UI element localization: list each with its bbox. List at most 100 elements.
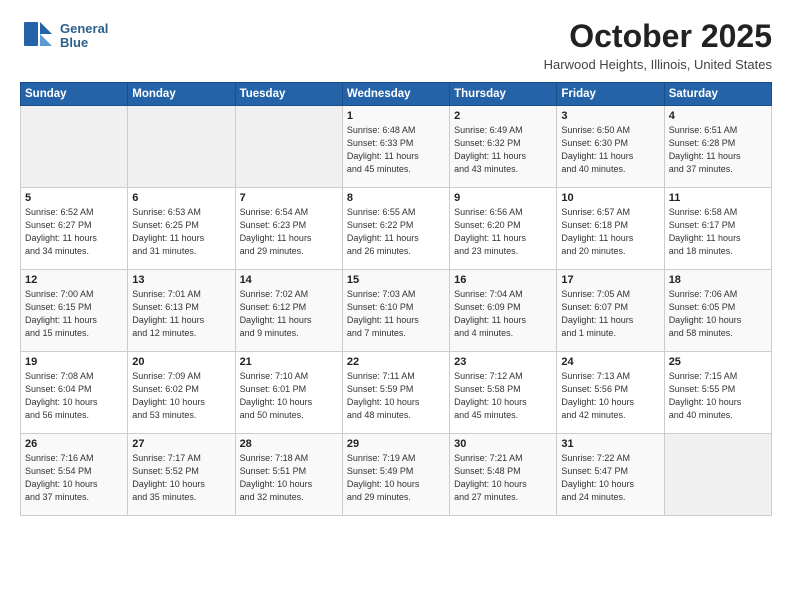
calendar-row: 19 Sunrise: 7:08 AM Sunset: 6:04 PM Dayli… — [21, 352, 772, 434]
logo-text: General Blue — [60, 22, 108, 51]
calendar-cell: 30 Sunrise: 7:21 AM Sunset: 5:48 PM Dayli… — [450, 434, 557, 516]
logo: General Blue — [20, 18, 108, 54]
calendar-cell: 25 Sunrise: 7:15 AM Sunset: 5:55 PM Dayli… — [664, 352, 771, 434]
day-info: Sunrise: 6:56 AM Sunset: 6:20 PM Dayligh… — [454, 206, 552, 258]
day-number: 2 — [454, 110, 552, 122]
header-day: Wednesday — [342, 83, 449, 106]
calendar-cell: 13Sunrise: 7:01 AM Sunset: 6:13 PM Dayli… — [128, 270, 235, 352]
day-number: 23 — [454, 356, 552, 368]
calendar-row: 12 Sunrise: 7:00 AM Sunset: 6:15 PM Dayli… — [21, 270, 772, 352]
calendar-cell: 29 Sunrise: 7:19 AM Sunset: 5:49 PM Dayli… — [342, 434, 449, 516]
day-number: 25 — [669, 356, 767, 368]
title-block: October 2025 Harwood Heights, Illinois, … — [544, 18, 772, 72]
day-info: Sunrise: 7:05 AM Sunset: 6:07 PM Dayligh… — [561, 288, 659, 340]
calendar-cell: 14Sunrise: 7:02 AM Sunset: 6:12 PM Dayli… — [235, 270, 342, 352]
day-info: Sunrise: 6:53 AM Sunset: 6:25 PM Dayligh… — [132, 206, 230, 258]
day-number: 14 — [240, 274, 338, 286]
day-info: Sunrise: 6:48 AM Sunset: 6:33 PM Dayligh… — [347, 124, 445, 176]
calendar-cell: 1 Sunrise: 6:48 AM Sunset: 6:33 PM Daylig… — [342, 106, 449, 188]
day-number: 15 — [347, 274, 445, 286]
calendar-cell: 27 Sunrise: 7:17 AM Sunset: 5:52 PM Dayli… — [128, 434, 235, 516]
day-number: 21 — [240, 356, 338, 368]
day-info: Sunrise: 7:16 AM Sunset: 5:54 PM Dayligh… — [25, 452, 123, 504]
day-info: Sunrise: 7:00 AM Sunset: 6:15 PM Dayligh… — [25, 288, 123, 340]
day-number: 5 — [25, 192, 123, 204]
page: General Blue October 2025 Harwood Height… — [0, 0, 792, 612]
day-number: 10 — [561, 192, 659, 204]
day-number: 11 — [669, 192, 767, 204]
day-info: Sunrise: 7:13 AM Sunset: 5:56 PM Dayligh… — [561, 370, 659, 422]
day-info: Sunrise: 7:10 AM Sunset: 6:01 PM Dayligh… — [240, 370, 338, 422]
day-number: 4 — [669, 110, 767, 122]
day-number: 18 — [669, 274, 767, 286]
day-info: Sunrise: 7:12 AM Sunset: 5:58 PM Dayligh… — [454, 370, 552, 422]
calendar-cell: 22 Sunrise: 7:11 AM Sunset: 5:59 PM Dayli… — [342, 352, 449, 434]
day-info: Sunrise: 6:55 AM Sunset: 6:22 PM Dayligh… — [347, 206, 445, 258]
day-number: 12 — [25, 274, 123, 286]
calendar-cell: 4 Sunrise: 6:51 AM Sunset: 6:28 PM Daylig… — [664, 106, 771, 188]
calendar-cell: 18 Sunrise: 7:06 AM Sunset: 6:05 PM Dayli… — [664, 270, 771, 352]
header-day: Tuesday — [235, 83, 342, 106]
calendar-cell — [235, 106, 342, 188]
calendar-row: 1 Sunrise: 6:48 AM Sunset: 6:33 PM Daylig… — [21, 106, 772, 188]
day-info: Sunrise: 7:11 AM Sunset: 5:59 PM Dayligh… — [347, 370, 445, 422]
day-info: Sunrise: 6:51 AM Sunset: 6:28 PM Dayligh… — [669, 124, 767, 176]
calendar-cell: 20Sunrise: 7:09 AM Sunset: 6:02 PM Dayli… — [128, 352, 235, 434]
day-number: 6 — [132, 192, 230, 204]
calendar-cell: 9 Sunrise: 6:56 AM Sunset: 6:20 PM Daylig… — [450, 188, 557, 270]
day-number: 22 — [347, 356, 445, 368]
calendar-cell: 15Sunrise: 7:03 AM Sunset: 6:10 PM Dayli… — [342, 270, 449, 352]
day-number: 8 — [347, 192, 445, 204]
day-info: Sunrise: 7:06 AM Sunset: 6:05 PM Dayligh… — [669, 288, 767, 340]
day-info: Sunrise: 7:21 AM Sunset: 5:48 PM Dayligh… — [454, 452, 552, 504]
day-number: 19 — [25, 356, 123, 368]
day-info: Sunrise: 7:17 AM Sunset: 5:52 PM Dayligh… — [132, 452, 230, 504]
calendar-cell: 19 Sunrise: 7:08 AM Sunset: 6:04 PM Dayli… — [21, 352, 128, 434]
calendar-table: SundayMondayTuesdayWednesdayThursdayFrid… — [20, 82, 772, 516]
logo-icon — [20, 18, 56, 54]
day-number: 16 — [454, 274, 552, 286]
calendar-cell — [21, 106, 128, 188]
day-number: 27 — [132, 438, 230, 450]
calendar-row: 5 Sunrise: 6:52 AM Sunset: 6:27 PM Daylig… — [21, 188, 772, 270]
calendar-cell: 17Sunrise: 7:05 AM Sunset: 6:07 PM Dayli… — [557, 270, 664, 352]
header-row: SundayMondayTuesdayWednesdayThursdayFrid… — [21, 83, 772, 106]
calendar-cell: 24 Sunrise: 7:13 AM Sunset: 5:56 PM Dayli… — [557, 352, 664, 434]
calendar-row: 26Sunrise: 7:16 AM Sunset: 5:54 PM Dayli… — [21, 434, 772, 516]
calendar-cell: 3Sunrise: 6:50 AM Sunset: 6:30 PM Daylig… — [557, 106, 664, 188]
day-info: Sunrise: 6:58 AM Sunset: 6:17 PM Dayligh… — [669, 206, 767, 258]
calendar-cell: 6 Sunrise: 6:53 AM Sunset: 6:25 PM Daylig… — [128, 188, 235, 270]
day-number: 30 — [454, 438, 552, 450]
day-info: Sunrise: 7:22 AM Sunset: 5:47 PM Dayligh… — [561, 452, 659, 504]
header-day: Monday — [128, 83, 235, 106]
day-number: 28 — [240, 438, 338, 450]
header-day: Thursday — [450, 83, 557, 106]
day-number: 29 — [347, 438, 445, 450]
day-info: Sunrise: 7:01 AM Sunset: 6:13 PM Dayligh… — [132, 288, 230, 340]
calendar-cell: 23 Sunrise: 7:12 AM Sunset: 5:58 PM Dayli… — [450, 352, 557, 434]
day-number: 3 — [561, 110, 659, 122]
day-number: 9 — [454, 192, 552, 204]
day-info: Sunrise: 6:52 AM Sunset: 6:27 PM Dayligh… — [25, 206, 123, 258]
day-number: 7 — [240, 192, 338, 204]
day-number: 1 — [347, 110, 445, 122]
calendar-cell — [664, 434, 771, 516]
day-info: Sunrise: 7:08 AM Sunset: 6:04 PM Dayligh… — [25, 370, 123, 422]
day-number: 20 — [132, 356, 230, 368]
header-day: Sunday — [21, 83, 128, 106]
calendar-cell: 2 Sunrise: 6:49 AM Sunset: 6:32 PM Daylig… — [450, 106, 557, 188]
calendar-cell: 7 Sunrise: 6:54 AM Sunset: 6:23 PM Daylig… — [235, 188, 342, 270]
logo-line2: Blue — [60, 36, 108, 50]
logo-line1: General — [60, 22, 108, 36]
day-info: Sunrise: 6:49 AM Sunset: 6:32 PM Dayligh… — [454, 124, 552, 176]
day-info: Sunrise: 7:19 AM Sunset: 5:49 PM Dayligh… — [347, 452, 445, 504]
header-day: Saturday — [664, 83, 771, 106]
calendar-cell: 12 Sunrise: 7:00 AM Sunset: 6:15 PM Dayli… — [21, 270, 128, 352]
day-info: Sunrise: 7:15 AM Sunset: 5:55 PM Dayligh… — [669, 370, 767, 422]
day-info: Sunrise: 7:18 AM Sunset: 5:51 PM Dayligh… — [240, 452, 338, 504]
header: General Blue October 2025 Harwood Height… — [20, 18, 772, 72]
calendar-cell — [128, 106, 235, 188]
day-number: 24 — [561, 356, 659, 368]
day-info: Sunrise: 6:54 AM Sunset: 6:23 PM Dayligh… — [240, 206, 338, 258]
month-title: October 2025 — [544, 18, 772, 55]
